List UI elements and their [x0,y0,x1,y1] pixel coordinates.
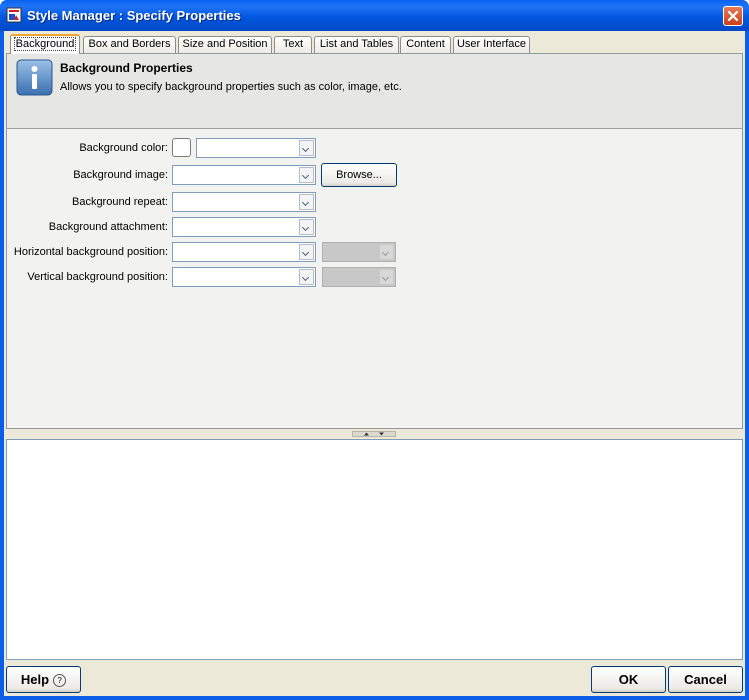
cancel-button[interactable]: Cancel [668,666,743,693]
background-image-label: Background image: [73,169,168,181]
tab-content[interactable]: Content [400,36,451,53]
chevron-down-icon[interactable] [299,194,314,210]
help-button[interactable]: Help? [6,666,81,693]
background-attachment-label: Background attachment: [48,221,168,233]
horizontal-position-label: Horizontal background position: [13,246,168,258]
background-repeat-combo[interactable] [172,192,316,212]
dialog-client-area: Background Box and Borders Size and Posi… [4,31,745,696]
tab-list-and-tables[interactable]: List and Tables [314,36,399,53]
info-header: Background Properties Allows you to spec… [7,54,742,129]
tab-background[interactable]: Background [10,34,80,54]
chevron-down-icon[interactable] [299,244,314,260]
browse-button[interactable]: Browse... [321,163,397,187]
title-bar[interactable]: Style Manager : Specify Properties [0,0,749,31]
info-description: Allows you to specify background propert… [60,81,402,93]
ok-button[interactable]: OK [591,666,666,693]
pane-splitter[interactable] [6,429,743,439]
tab-box-and-borders[interactable]: Box and Borders [83,36,176,53]
window-title: Style Manager : Specify Properties [27,8,241,23]
chevron-down-icon[interactable] [299,269,314,285]
close-button[interactable] [723,6,743,26]
help-question-icon: ? [53,674,67,687]
tab-user-interface[interactable]: User Interface [453,36,530,53]
background-image-combo[interactable] [172,165,316,185]
info-title: Background Properties [60,61,193,75]
splitter-arrows-icon [364,432,384,436]
vertical-position-label: Vertical background position: [27,271,168,283]
vertical-position-unit-combo [322,267,396,287]
style-manager-window: Style Manager : Specify Properties Backg… [0,0,749,700]
info-icon [16,59,53,96]
background-tab-panel: Background Properties Allows you to spec… [6,53,743,429]
background-color-swatch[interactable] [172,138,191,157]
style-preview-pane [6,439,743,660]
horizontal-position-combo[interactable] [172,242,316,262]
splitter-handle[interactable] [352,431,396,437]
tab-size-and-position[interactable]: Size and Position [178,36,272,53]
close-icon [727,10,739,22]
chevron-down-icon[interactable] [299,167,314,183]
background-attachment-combo[interactable] [172,217,316,237]
chevron-down-icon[interactable] [299,219,314,235]
chevron-down-icon[interactable] [299,140,314,156]
background-color-label: Background color: [79,142,168,154]
horizontal-position-unit-combo [322,242,396,262]
vertical-position-combo[interactable] [172,267,316,287]
chevron-down-icon [379,269,394,285]
background-repeat-label: Background repeat: [71,196,168,208]
chevron-down-icon [379,244,394,260]
style-manager-app-icon [6,7,22,23]
background-color-combo[interactable] [196,138,316,158]
tab-text[interactable]: Text [274,36,312,53]
